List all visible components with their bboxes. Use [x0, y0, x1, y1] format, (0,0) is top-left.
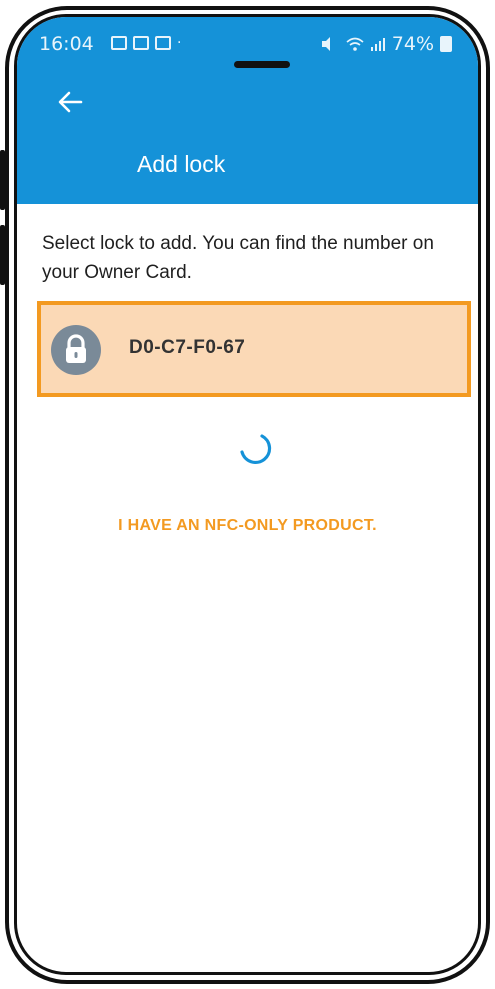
status-time: 16:04 — [39, 33, 94, 55]
screen: 16:04 · 74% Add lock Select lock to add.… — [14, 14, 481, 975]
battery-percent: 74% — [391, 33, 434, 55]
lock-id: D0-C7-F0-67 — [129, 337, 246, 358]
app-header: 16:04 · 74% Add lock — [17, 17, 478, 204]
lock-list-item[interactable]: D0-C7-F0-67 — [37, 301, 471, 397]
page-title: Add lock — [137, 151, 226, 177]
image-icon — [111, 36, 127, 50]
instruction-text: Select lock to add. You can find the num… — [42, 233, 434, 283]
lock-avatar — [51, 325, 101, 375]
volume-button — [0, 150, 5, 210]
dot-icon: · — [177, 35, 182, 51]
wifi-icon — [346, 37, 364, 51]
battery-icon — [440, 36, 452, 52]
volume-button-2 — [0, 225, 5, 285]
mail-icon — [133, 36, 149, 50]
nfc-only-product-link[interactable]: I HAVE AN NFC-ONLY PRODUCT. — [17, 517, 478, 535]
gmail-icon — [155, 36, 171, 50]
signal-icon — [370, 38, 385, 51]
lock-icon — [66, 334, 86, 363]
status-bar: 16:04 · 74% — [39, 33, 452, 68]
system-icons: 74% — [320, 33, 452, 55]
back-arrow-icon[interactable] — [55, 87, 85, 117]
camera-notch — [234, 61, 290, 68]
notification-icons: · — [111, 36, 181, 50]
mute-icon — [321, 37, 330, 51]
loading-spinner-icon — [240, 434, 272, 465]
